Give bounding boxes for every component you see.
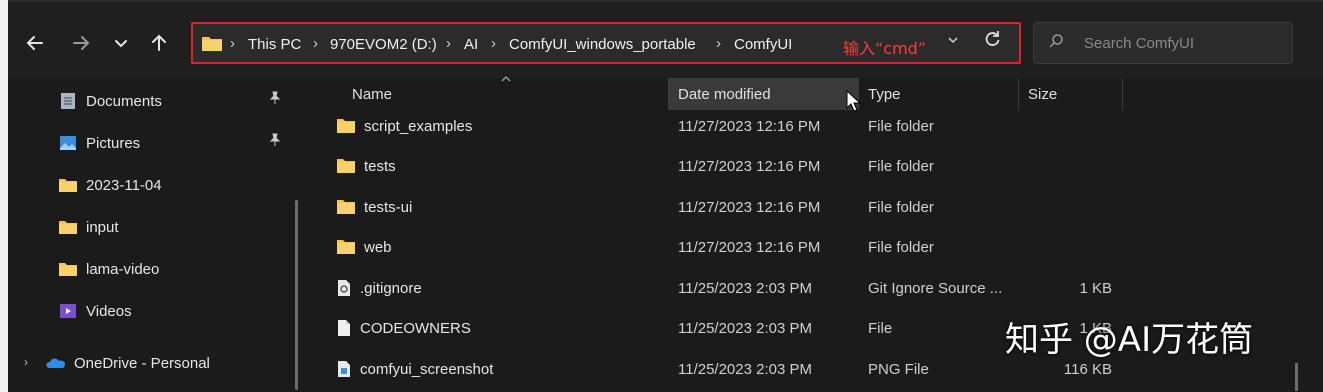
search-box[interactable]: [1033, 22, 1293, 64]
address-bar[interactable]: › This PC › 970EVOM2 (D:) › AI › ComfyUI…: [191, 22, 1021, 64]
videos-icon: [60, 304, 76, 318]
chevron-down-icon: [115, 40, 127, 48]
sidebar-item-label: 2023-11-04: [86, 176, 162, 194]
folder-icon: [336, 199, 356, 215]
file-date: 11/27/2023 12:16 PM: [678, 238, 821, 256]
file-row[interactable]: tests 11/27/2023 12:16 PM File folder: [310, 146, 1323, 186]
pictures-icon: [60, 136, 76, 150]
file-name: comfyui_screenshot: [360, 360, 494, 378]
sort-up-icon: [500, 72, 512, 86]
sidebar-item-onedrive[interactable]: OneDrive - Personal: [46, 350, 210, 376]
file-list-scrollbar[interactable]: [1295, 363, 1298, 391]
breadcrumb-ai[interactable]: AI: [464, 36, 478, 53]
sidebar-item-pictures[interactable]: Pictures: [58, 130, 140, 156]
address-dropdown-icon[interactable]: [947, 34, 959, 49]
breadcrumb-chevron-icon: ›: [716, 35, 721, 52]
file-type: PNG File: [868, 360, 929, 378]
file-type: File folder: [868, 198, 934, 216]
file-date: 11/27/2023 12:16 PM: [678, 157, 821, 175]
file-type: Git Ignore Source ...: [868, 279, 1003, 297]
sidebar-item-input[interactable]: input: [58, 214, 119, 240]
file-row[interactable]: script_examples 11/27/2023 12:16 PM File…: [310, 106, 1323, 146]
folder-icon: [202, 37, 222, 51]
sidebar-item-2023-11-04[interactable]: 2023-11-04: [58, 172, 162, 198]
sidebar-item-label: Videos: [86, 302, 132, 320]
file-type: File folder: [868, 117, 934, 135]
breadcrumb-drive[interactable]: 970EVOM2 (D:): [330, 36, 437, 53]
file-row[interactable]: web 11/27/2023 12:16 PM File folder: [310, 227, 1323, 267]
breadcrumb-chevron-icon: ›: [313, 35, 318, 52]
top-toolbar: › This PC › 970EVOM2 (D:) › AI › ComfyUI…: [8, 0, 1323, 78]
folder-icon: [59, 221, 77, 234]
cmd-annotation: 输入“cmd”: [843, 39, 927, 58]
file-type: File: [868, 319, 893, 337]
file-date: 11/25/2023 2:03 PM: [678, 279, 812, 297]
file-date: 11/25/2023 2:03 PM: [678, 360, 812, 378]
sidebar-item-lama-video[interactable]: lama-video: [58, 256, 159, 282]
recent-locations-button[interactable]: [106, 28, 136, 58]
back-button[interactable]: [20, 28, 50, 58]
sidebar-item-label: OneDrive - Personal: [74, 354, 210, 372]
breadcrumb-chevron-icon: ›: [230, 35, 235, 52]
up-button[interactable]: [144, 28, 174, 58]
onedrive-icon: [46, 358, 66, 368]
sidebar-item-label: lama-video: [86, 260, 160, 278]
image-file-icon: [336, 360, 352, 378]
left-edge-strip: [0, 0, 8, 392]
arrow-up-icon: [152, 34, 166, 51]
file-name: CODEOWNERS: [360, 319, 471, 337]
documents-icon: [61, 93, 75, 109]
file-size: 1 KB: [1079, 279, 1112, 297]
file-name: web: [364, 238, 392, 256]
refresh-icon[interactable]: [983, 30, 1001, 54]
sidebar-scrollbar[interactable]: [295, 200, 298, 390]
file-row[interactable]: .gitignore 11/25/2023 2:03 PM Git Ignore…: [310, 268, 1323, 308]
folder-icon: [336, 239, 356, 255]
breadcrumb-comfyui-portable[interactable]: ComfyUI_windows_portable: [509, 36, 696, 53]
search-icon: [1048, 33, 1064, 54]
search-input[interactable]: [1084, 31, 1284, 55]
arrow-right-icon: [73, 36, 90, 50]
watermark: 知乎 @AI万花筒: [1005, 320, 1254, 360]
file-icon: [336, 319, 352, 337]
file-date: 11/27/2023 12:16 PM: [678, 117, 821, 135]
config-file-icon: [336, 279, 352, 297]
file-name: tests-ui: [364, 198, 413, 216]
file-name: script_examples: [364, 117, 473, 135]
expand-chevron-icon[interactable]: ›: [24, 355, 28, 369]
file-type: File folder: [868, 238, 934, 256]
breadcrumb-comfyui[interactable]: ComfyUI: [734, 36, 792, 53]
file-name: .gitignore: [360, 279, 422, 297]
file-row[interactable]: tests-ui 11/27/2023 12:16 PM File folder: [310, 187, 1323, 227]
sidebar-item-videos[interactable]: Videos: [58, 298, 132, 324]
mouse-cursor-icon: [846, 89, 862, 117]
sidebar-item-documents[interactable]: Documents: [58, 88, 162, 114]
file-name: tests: [364, 157, 396, 175]
file-date: 11/25/2023 2:03 PM: [678, 319, 812, 337]
navigation-pane: Documents Pictures 2023-11-04 input lama…: [8, 78, 308, 392]
file-date: 11/27/2023 12:16 PM: [678, 198, 821, 216]
sidebar-item-label: Documents: [86, 92, 162, 110]
folder-icon: [336, 118, 356, 134]
pin-icon[interactable]: [268, 133, 282, 150]
breadcrumb-this-pc[interactable]: This PC: [248, 36, 301, 53]
sidebar-item-label: input: [86, 218, 119, 236]
folder-icon: [59, 263, 77, 276]
breadcrumb-chevron-icon: ›: [491, 35, 496, 52]
folder-icon: [59, 179, 77, 192]
arrow-left-icon: [26, 36, 43, 50]
pin-icon[interactable]: [268, 91, 282, 108]
sidebar-item-label: Pictures: [86, 134, 141, 152]
folder-icon: [336, 158, 356, 174]
file-type: File folder: [868, 157, 934, 175]
forward-button[interactable]: [66, 28, 96, 58]
breadcrumb-chevron-icon: ›: [446, 35, 451, 52]
